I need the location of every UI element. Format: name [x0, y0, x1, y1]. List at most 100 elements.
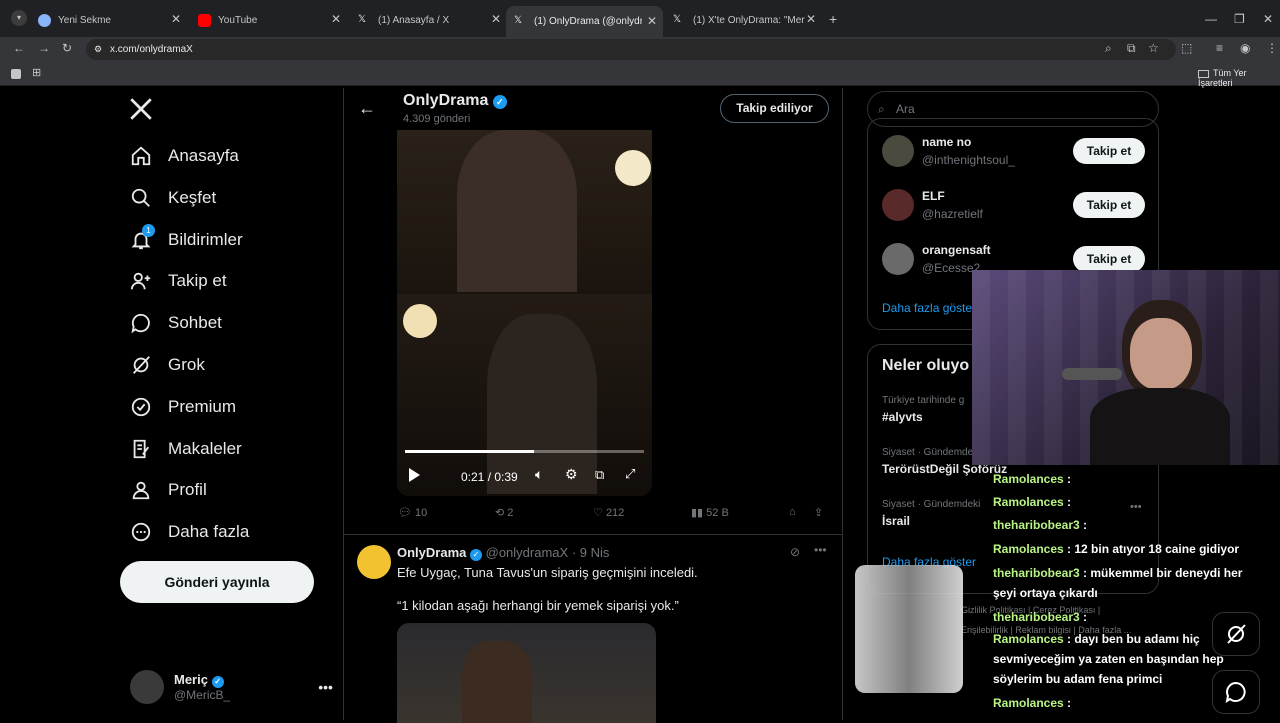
bookmark-square-icon[interactable]: [11, 69, 21, 79]
verified-icon: ✓: [492, 95, 507, 109]
more-icon[interactable]: •••: [1130, 501, 1142, 513]
following-button[interactable]: Takip ediliyor: [720, 94, 829, 123]
chat-message: şeyi ortaya çıkardı: [993, 586, 1098, 600]
install-icon[interactable]: ⧉: [1127, 41, 1136, 56]
close-icon[interactable]: ✕: [647, 14, 657, 28]
tab-x-home[interactable]: 𝕏 (1) Anasayfa / X ✕: [350, 7, 507, 33]
close-icon[interactable]: ✕: [806, 12, 816, 26]
back-arrow-icon[interactable]: ←: [358, 98, 376, 119]
all-bookmarks[interactable]: Tüm Yer İşaretleri: [1198, 68, 1280, 88]
fullscreen-icon[interactable]: ⤢: [625, 466, 635, 482]
media-icon[interactable]: ≡: [1216, 41, 1223, 55]
nav-grok[interactable]: Grok: [130, 345, 205, 385]
trend-item[interactable]: Siyaset · Gündemdeki İsrail: [882, 499, 980, 528]
avatar: [357, 545, 391, 579]
nav-home[interactable]: Anasayfa: [130, 136, 239, 176]
close-icon[interactable]: ✕: [331, 12, 341, 26]
heart-icon: ♡: [593, 507, 603, 519]
share-icon[interactable]: ⇪: [814, 506, 823, 519]
bookmarks-bar: ⊞ Tüm Yer İşaretleri: [0, 62, 1280, 88]
chat-message: Ramolances :: [993, 495, 1071, 509]
webcam-overlay: [972, 270, 1280, 465]
follow-button[interactable]: Takip et: [1073, 138, 1145, 164]
avatar: [882, 189, 914, 221]
nav-explore[interactable]: Keşfet: [130, 178, 216, 218]
tweet[interactable]: OnlyDrama ✓ @onlydramaX · 9 Nis ⊘ ••• Ef…: [344, 534, 842, 723]
trend-item[interactable]: Türkiye tarihinde g #alyvts: [882, 395, 964, 424]
grok-icon: [133, 356, 150, 374]
tab-onlydrama[interactable]: 𝕏 (1) OnlyDrama (@onlydramaX)✕: [506, 6, 663, 37]
post-button[interactable]: Gönderi yayınla: [120, 561, 314, 603]
chat-text: :: [1063, 696, 1072, 710]
chat-message: theharibobear3 :: [993, 518, 1087, 532]
x-logo-icon: 𝕏: [673, 13, 682, 25]
address-bar-row: ← → ↻ ⚙ x.com/onlydramaX ⌕ ⧉ ☆ ⬚ ≡ ◉ ⋮: [0, 37, 1280, 62]
chat-text: :: [1063, 495, 1072, 509]
extensions-icon[interactable]: ⬚: [1181, 41, 1192, 55]
more-icon[interactable]: •••: [814, 543, 827, 557]
tab-x-post[interactable]: 𝕏 (1) X'te OnlyDrama: "Merthan✕: [665, 7, 822, 33]
video-progress-track[interactable]: [405, 450, 644, 453]
reply-icon: 💬︎: [398, 507, 412, 519]
like-button[interactable]: ♡ 212: [593, 506, 624, 519]
grok-float-button[interactable]: [1212, 612, 1260, 656]
repost-button[interactable]: ⟲ 2: [495, 506, 513, 519]
apps-grid-icon[interactable]: ⊞: [32, 66, 41, 79]
follow-button[interactable]: Takip et: [1073, 192, 1145, 218]
pip-icon[interactable]: ⧉: [595, 467, 604, 483]
more-icon[interactable]: •••: [318, 679, 333, 695]
nav-notifications[interactable]: 1 Bildirimler: [130, 220, 243, 260]
video-player[interactable]: 0:21 / 0:39 🔈︎ ⚙ ⧉ ⤢: [397, 130, 652, 496]
volume-icon[interactable]: 🔈︎: [535, 466, 543, 483]
nav-more[interactable]: Daha fazla: [130, 512, 249, 552]
nav-articles[interactable]: Makaleler: [130, 429, 242, 469]
close-window-button[interactable]: ✕: [1263, 12, 1273, 26]
reply-button[interactable]: 💬︎ 10: [398, 506, 427, 519]
tab-search-icon[interactable]: ▾: [11, 10, 27, 26]
verified-icon: ✓: [211, 676, 224, 688]
grok-icon: [1227, 624, 1246, 644]
views-button[interactable]: ▮▮ 52 B: [691, 506, 729, 519]
nav-premium[interactable]: Premium: [130, 387, 236, 427]
follow-button[interactable]: Takip et: [1073, 246, 1145, 272]
maximize-button[interactable]: ❐: [1234, 12, 1245, 26]
tweet-actions: 💬︎ 10 ⟲ 2 ♡ 212 ▮▮ 52 B ⌂ ⇪: [396, 506, 836, 524]
profile-icon[interactable]: ◉: [1240, 41, 1250, 55]
menu-icon[interactable]: ⋮: [1266, 41, 1278, 55]
nav-follow[interactable]: Takip et: [130, 261, 227, 301]
chat-text: : mükemmel bir deneydi her: [1079, 566, 1243, 580]
chat-username: theharibobear3: [993, 610, 1080, 624]
close-icon[interactable]: ✕: [171, 12, 181, 26]
close-icon[interactable]: ✕: [491, 12, 501, 26]
site-info-icon[interactable]: ⚙: [94, 39, 102, 60]
zoom-icon[interactable]: ⌕: [1105, 41, 1112, 56]
messages-float-button[interactable]: [1212, 670, 1260, 714]
glass-overlay: [855, 565, 963, 693]
nav-chat[interactable]: Sohbet: [130, 303, 222, 343]
url-field[interactable]: ⚙ x.com/onlydramaX: [86, 39, 1176, 60]
bookmark-star-icon[interactable]: ☆: [1148, 41, 1159, 55]
search-icon: [131, 188, 150, 207]
grok-icon[interactable]: ⊘: [790, 545, 800, 559]
x-logo-icon[interactable]: [128, 96, 154, 122]
avatar: [130, 670, 164, 704]
bookmark-icon[interactable]: ⌂: [789, 506, 796, 518]
tab-new-tab[interactable]: Yeni Sekme ✕: [30, 7, 187, 33]
show-more-link[interactable]: Daha fazla göster: [882, 301, 976, 315]
new-tab-button[interactable]: +: [829, 11, 837, 27]
chat-text: :: [1063, 472, 1072, 486]
tab-youtube[interactable]: YouTube ✕: [190, 7, 347, 33]
play-icon[interactable]: [409, 468, 420, 482]
avatar: [882, 135, 914, 167]
account-switcher[interactable]: Meriç ✓ @MericB_ •••: [130, 670, 333, 704]
tweet-image[interactable]: [397, 623, 656, 723]
forward-icon[interactable]: →: [38, 41, 50, 55]
settings-icon[interactable]: ⚙: [565, 466, 578, 483]
minimize-button[interactable]: —: [1205, 12, 1217, 26]
back-icon[interactable]: ←: [13, 41, 25, 55]
reload-icon[interactable]: ↻: [62, 41, 72, 55]
chat-username: theharibobear3: [993, 566, 1080, 580]
nav-profile[interactable]: Profil: [130, 470, 207, 510]
chat-text: sevmiyeceğim ya zaten en başından hep: [993, 652, 1224, 666]
video-time: 0:21 / 0:39: [461, 470, 518, 484]
